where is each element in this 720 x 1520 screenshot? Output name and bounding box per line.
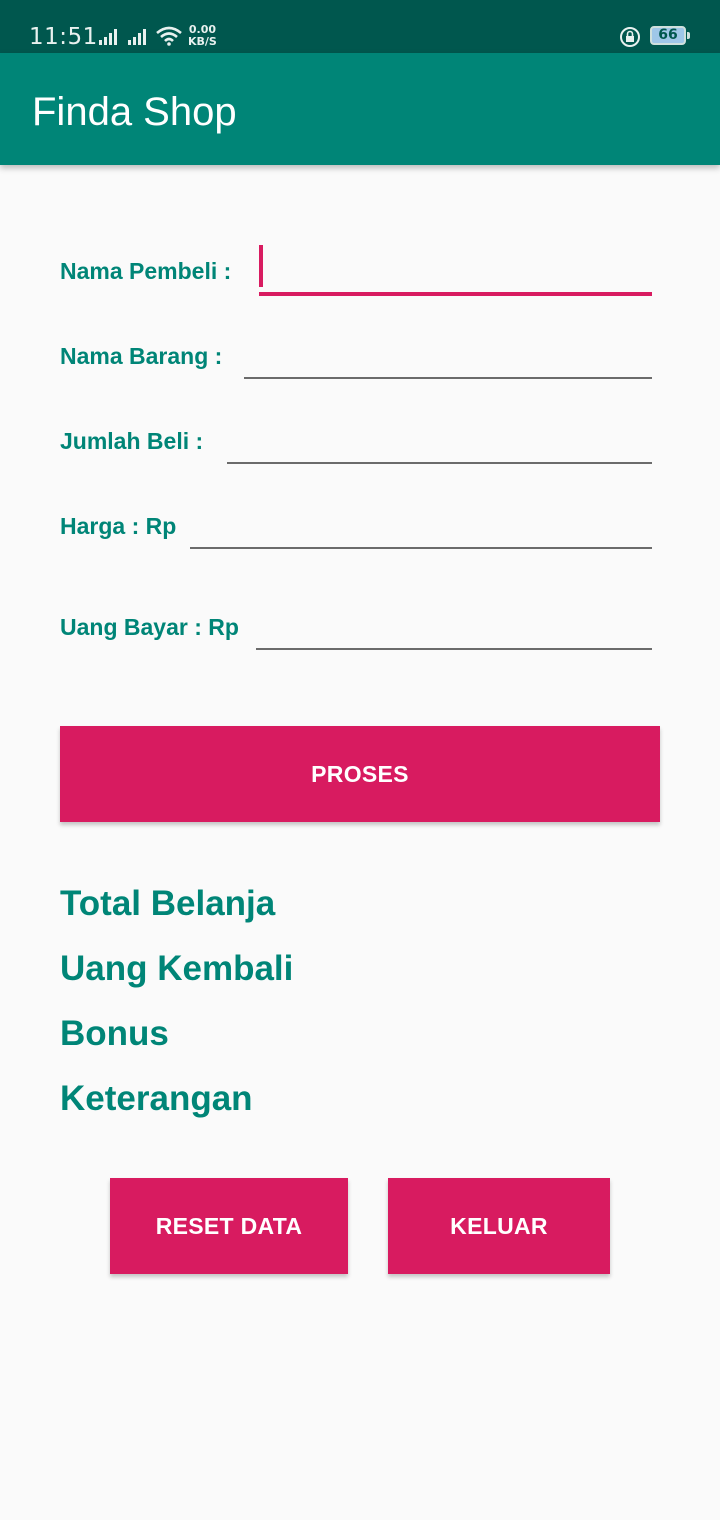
- uang-bayar-input[interactable]: [256, 610, 652, 650]
- bonus-text: Bonus: [60, 1014, 169, 1053]
- keterangan-text: Keterangan: [60, 1079, 253, 1118]
- harga-label: Harga : Rp: [60, 513, 177, 539]
- battery-tip: [687, 32, 690, 39]
- status-time: 11:51: [29, 24, 98, 50]
- proses-button[interactable]: PROSES: [60, 726, 660, 822]
- battery-icon: 66: [650, 26, 686, 45]
- harga-input[interactable]: [190, 509, 652, 549]
- form-row-uang-bayar: Uang Bayar : Rp: [60, 601, 660, 661]
- signal-icon: [128, 29, 146, 45]
- nama-pembeli-label: Nama Pembeli :: [60, 258, 232, 284]
- nama-barang-input[interactable]: [244, 339, 652, 379]
- total-belanja-text: Total Belanja: [60, 884, 276, 923]
- nama-barang-label: Nama Barang :: [60, 343, 223, 369]
- form-row-nama-barang: Nama Barang :: [60, 330, 660, 390]
- jumlah-beli-input[interactable]: [227, 424, 652, 464]
- jumlah-beli-label: Jumlah Beli :: [60, 428, 204, 454]
- uang-bayar-label: Uang Bayar : Rp: [60, 614, 239, 640]
- status-bar: 11:51 0.00 KB/S 66: [0, 0, 720, 53]
- rotation-lock-icon: [620, 27, 640, 47]
- form-row-harga: Harga : Rp: [60, 500, 660, 560]
- network-speed-unit: KB/S: [188, 35, 217, 48]
- form-row-jumlah-beli: Jumlah Beli :: [60, 415, 660, 475]
- app-title: Finda Shop: [32, 90, 237, 134]
- wifi-icon: [156, 26, 182, 46]
- network-speed: 0.00 KB/S: [188, 24, 217, 48]
- nama-pembeli-input[interactable]: [259, 255, 652, 296]
- reset-data-button[interactable]: RESET DATA: [110, 1178, 348, 1274]
- app-bar: Finda Shop: [0, 53, 720, 165]
- signal-icon: [99, 29, 117, 45]
- form-row-nama-pembeli: Nama Pembeli :: [60, 245, 660, 305]
- uang-kembali-text: Uang Kembali: [60, 949, 294, 988]
- keluar-button[interactable]: KELUAR: [388, 1178, 610, 1274]
